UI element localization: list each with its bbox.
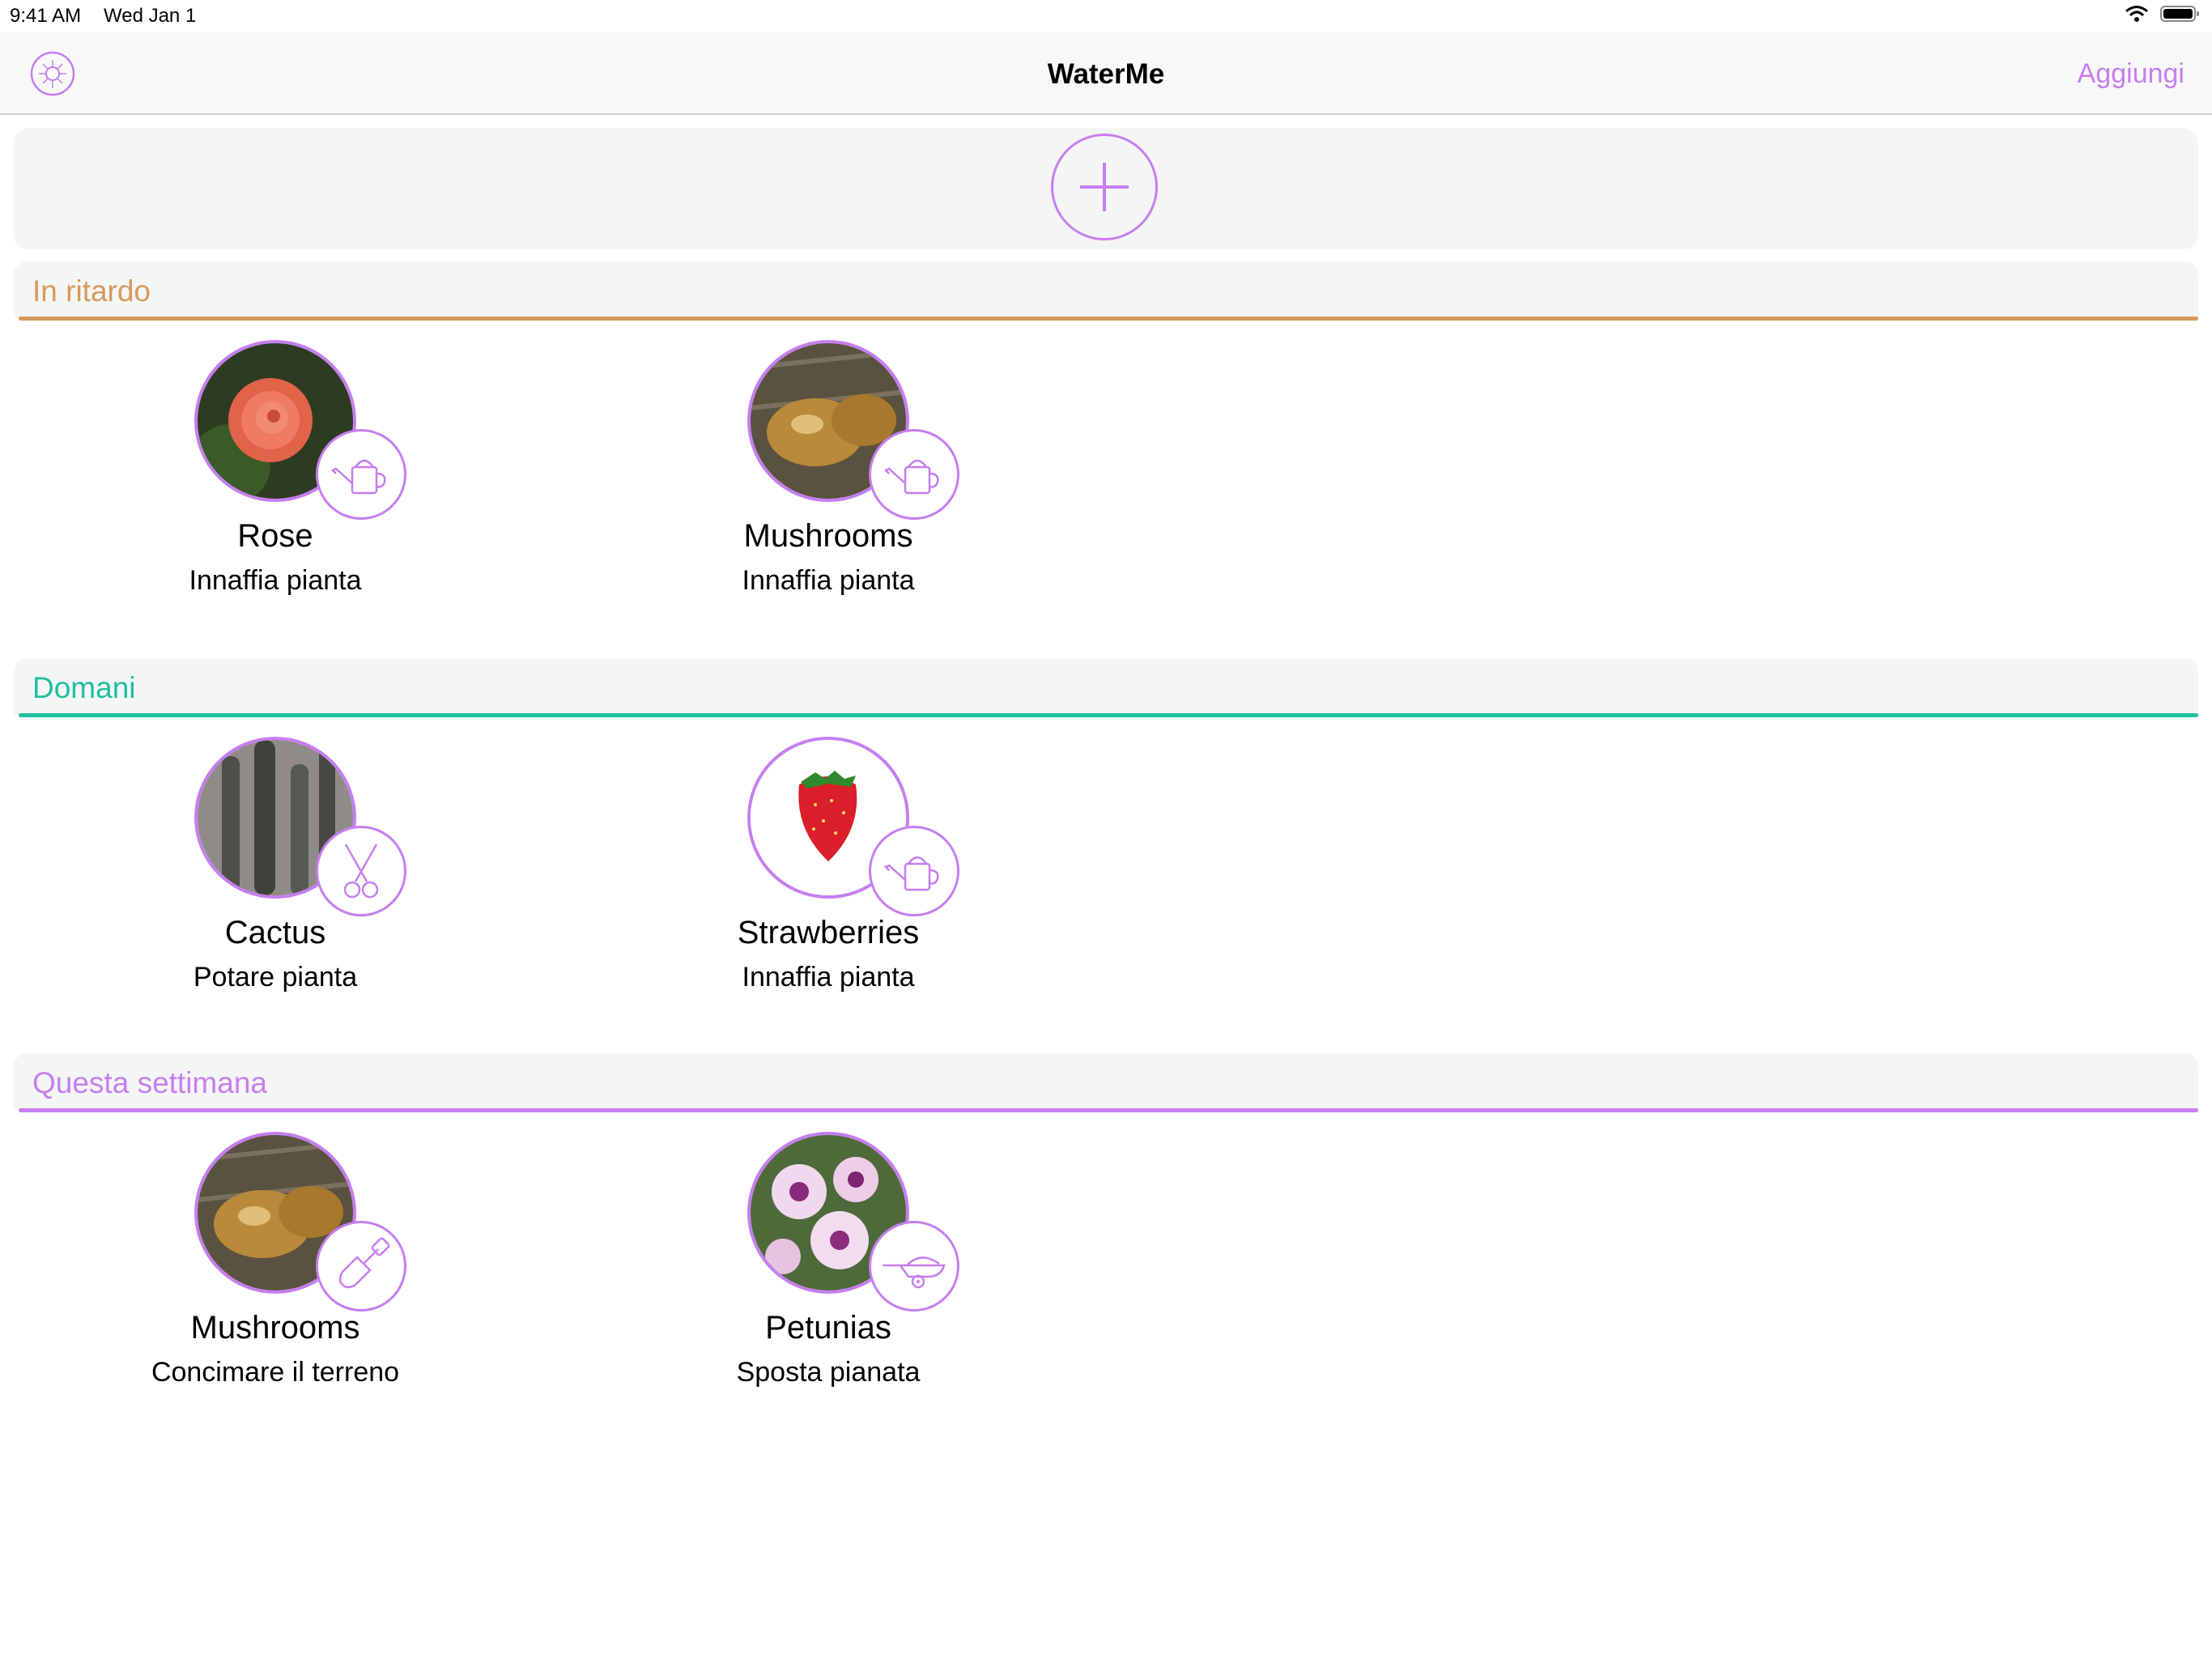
section-divider (19, 1108, 2198, 1112)
status-indicators (2125, 5, 2201, 23)
wifi-icon (2125, 6, 2148, 22)
plant-name: Petunias (765, 1310, 891, 1346)
plant-card-rose[interactable]: Rose Innaffia pianta (81, 340, 406, 607)
add-button[interactable]: Aggiungi (2078, 58, 2184, 90)
wheelbarrow-icon (869, 1221, 959, 1312)
plant-name: Mushrooms (190, 1310, 360, 1346)
scissors-icon (316, 826, 406, 916)
add-reminder-panel (14, 128, 2198, 249)
add-plant-button[interactable] (1051, 134, 1158, 240)
watering-can-icon (869, 429, 959, 520)
plant-task: Innaffia pianta (189, 565, 362, 596)
plant-card-petunias[interactable]: Petunias Sposta pianata (634, 1132, 959, 1399)
section-divider (19, 713, 2198, 717)
plant-name: Strawberries (737, 915, 920, 950)
section-divider (19, 317, 2198, 321)
section-title-this-week: Questa settimana (32, 1066, 267, 1099)
plant-task: Concimare il terreno (151, 1357, 400, 1388)
plant-card-strawberries[interactable]: Strawberries Innaffia pianta (634, 737, 959, 1004)
page-title: WaterMe (1047, 58, 1165, 90)
plant-task: Potare pianta (193, 962, 358, 993)
shovel-icon (316, 1221, 406, 1312)
section-header-this-week: Questa settimana (14, 1053, 2198, 1112)
watering-can-icon (316, 429, 406, 520)
plant-name: Cactus (224, 915, 326, 950)
watering-can-icon (869, 826, 959, 916)
section-header-late: In ritardo (14, 261, 2198, 321)
navigation-bar: WaterMe Aggiungi (0, 32, 2212, 115)
plant-card-mushrooms[interactable]: Mushrooms Innaffia pianta (634, 340, 959, 607)
plant-task: Innaffia pianta (742, 565, 915, 596)
battery-icon (2160, 6, 2199, 22)
plant-task: Innaffia pianta (742, 962, 915, 993)
status-bar: 9:41 AM Wed Jan 1 (0, 0, 2212, 32)
section-title-late: In ritardo (32, 274, 151, 308)
section-title-tomorrow: Domani (32, 671, 136, 704)
status-time: 9:41 AM (10, 5, 82, 27)
plant-task: Sposta pianata (736, 1357, 921, 1388)
plant-name: Rose (237, 518, 313, 554)
status-date: Wed Jan 1 (104, 5, 197, 27)
section-header-tomorrow: Domani (14, 658, 2198, 717)
plant-name: Mushrooms (743, 518, 913, 554)
plus-icon (1080, 163, 1129, 211)
plant-card-mushrooms-2[interactable]: Mushrooms Concimare il terreno (81, 1132, 406, 1399)
plant-card-cactus[interactable]: Cactus Potare pianta (81, 737, 406, 1004)
